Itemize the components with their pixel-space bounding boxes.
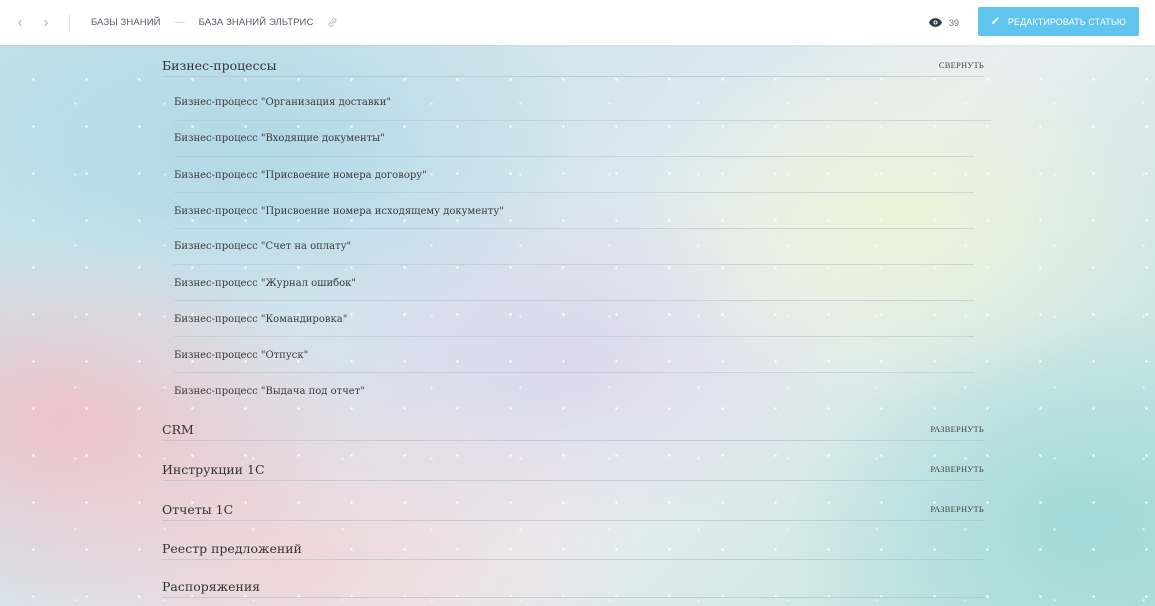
article-link[interactable]: Бизнес-процесс "Присвоение номера догово…: [174, 170, 427, 181]
knowledge-base-content: Бизнес-процессы СВЕРНУТЬ Бизнес-процесс …: [0, 45, 1155, 606]
collapse-button[interactable]: СВЕРНУТЬ: [939, 60, 984, 70]
list-item[interactable]: Бизнес-процесс "Счет на оплату": [174, 236, 351, 256]
section-title: Отчеты 1С: [162, 501, 234, 517]
list-item[interactable]: Бизнес-процесс "Командировка": [174, 309, 347, 329]
article-link[interactable]: Бизнес-процесс "Журнал ошибок": [174, 278, 356, 289]
row-divider: [174, 120, 991, 121]
article-link[interactable]: Бизнес-процесс "Отпуск": [174, 350, 308, 361]
section-1c-instructions[interactable]: Инструкции 1С РАЗВЕРНУТЬ: [162, 458, 984, 481]
breadcrumb-separator: —: [174, 17, 185, 28]
section-title: Реестр предложений: [162, 540, 302, 556]
views-counter: 39: [928, 14, 959, 32]
expand-button[interactable]: РАЗВЕРНУТЬ: [930, 464, 984, 474]
article-link[interactable]: Бизнес-процесс "Организация доставки": [174, 97, 391, 108]
article-link[interactable]: Бизнес-процесс "Выдача под отчет": [174, 386, 365, 397]
row-divider: [174, 336, 974, 337]
list-item[interactable]: Бизнес-процесс "Журнал ошибок": [174, 273, 356, 293]
section-title: Распоряжения: [162, 578, 261, 594]
article-link[interactable]: Бизнес-процесс "Командировка": [174, 314, 347, 325]
section-title: CRM: [162, 421, 194, 437]
list-item[interactable]: Бизнес-процесс "Присвоение номера догово…: [174, 165, 427, 185]
expand-button[interactable]: РАЗВЕРНУТЬ: [930, 504, 984, 514]
expand-button[interactable]: РАЗВЕРНУТЬ: [930, 424, 984, 434]
edit-article-label: РЕДАКТИРОВАТЬ СТАТЬЮ: [1007, 16, 1127, 27]
list-item[interactable]: Бизнес-процесс "Организация доставки": [174, 92, 391, 112]
list-item[interactable]: Бизнес-процесс "Входящие документы": [174, 128, 385, 148]
article-link[interactable]: Бизнес-процесс "Счет на оплату": [174, 241, 351, 252]
divider: [69, 13, 70, 32]
eye-icon: [928, 14, 942, 32]
breadcrumb-current-base[interactable]: БАЗА ЗНАНИЙ ЭЛЬТРИС: [199, 17, 314, 28]
forward-arrow-icon[interactable]: ›: [37, 14, 55, 32]
list-item[interactable]: Бизнес-процесс "Отпуск": [174, 345, 308, 365]
edit-article-button[interactable]: РЕДАКТИРОВАТЬ СТАТЬЮ: [978, 7, 1139, 36]
top-bar: ‹ › БАЗЫ ЗНАНИЙ — БАЗА ЗНАНИЙ ЭЛЬТРИС 39…: [0, 0, 1155, 45]
views-count: 39: [948, 18, 959, 28]
list-item[interactable]: Бизнес-процесс "Присвоение номера исходя…: [174, 201, 504, 221]
breadcrumb-knowledge-bases[interactable]: БАЗЫ ЗНАНИЙ: [91, 17, 161, 28]
list-item[interactable]: Бизнес-процесс "Выдача под отчет": [174, 381, 365, 401]
link-icon[interactable]: [327, 17, 338, 28]
row-divider: [174, 192, 974, 193]
section-1c-reports[interactable]: Отчеты 1С РАЗВЕРНУТЬ: [162, 498, 984, 521]
row-divider: [174, 372, 974, 373]
section-crm[interactable]: CRM РАЗВЕРНУТЬ: [162, 418, 984, 441]
row-divider: [174, 300, 974, 301]
section-business-processes[interactable]: Бизнес-процессы СВЕРНУТЬ: [162, 54, 984, 77]
section-title: Инструкции 1С: [162, 461, 265, 477]
section-orders[interactable]: Распоряжения: [162, 575, 984, 598]
article-link[interactable]: Бизнес-процесс "Входящие документы": [174, 133, 385, 144]
row-divider: [174, 228, 974, 229]
back-arrow-icon[interactable]: ‹: [11, 14, 29, 32]
row-divider: [174, 156, 974, 157]
section-proposals-register[interactable]: Реестр предложений: [162, 537, 984, 560]
pencil-icon: [991, 16, 1000, 27]
row-divider: [174, 264, 974, 265]
section-title: Бизнес-процессы: [162, 57, 277, 73]
article-link[interactable]: Бизнес-процесс "Присвоение номера исходя…: [174, 206, 504, 217]
